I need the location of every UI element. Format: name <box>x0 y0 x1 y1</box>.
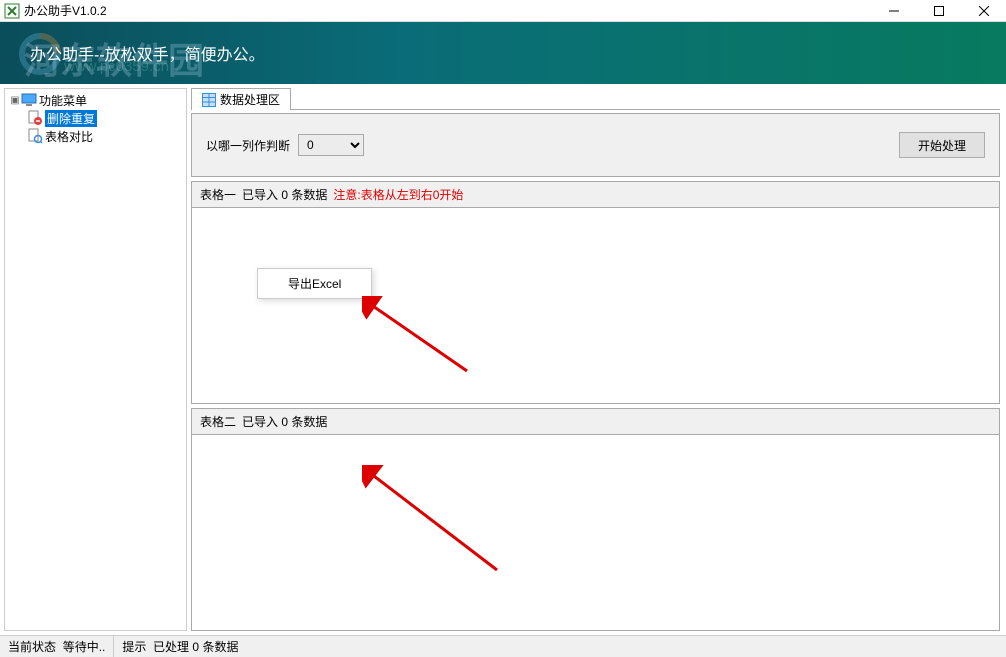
table2-title: 表格二 <box>200 413 236 430</box>
sidebar: ▣ 功能菜单 删除重复 <box>4 88 187 631</box>
status-hint: 提示 已处理 0 条数据 <box>114 636 246 657</box>
tab-bar: 数据处理区 <box>191 88 1000 110</box>
table-icon <box>202 93 216 107</box>
sidebar-item-remove-dup[interactable]: 删除重复 <box>7 109 184 127</box>
window-controls <box>871 0 1006 22</box>
table1-notice: 注意:表格从左到右0开始 <box>333 186 463 203</box>
tab-label: 数据处理区 <box>220 91 280 108</box>
annotation-arrow-icon <box>362 465 502 575</box>
context-menu: 导出Excel <box>257 268 372 299</box>
judge-column-label: 以哪一列作判断 <box>206 137 290 154</box>
main-area: ▣ 功能菜单 删除重复 <box>0 84 1006 635</box>
tree-root-label: 功能菜单 <box>39 92 87 109</box>
sidebar-item-label: 表格对比 <box>45 128 93 145</box>
app-header: 河东软件园 www.pc0359.cn 办公助手--放松双手，简便办公。 <box>0 22 1006 84</box>
table2-imported: 已导入 0 条数据 <box>242 413 327 430</box>
start-button[interactable]: 开始处理 <box>899 132 985 158</box>
table1-imported: 已导入 0 条数据 <box>242 186 327 203</box>
table1-header: 表格一 已导入 0 条数据 注意:表格从左到右0开始 <box>191 181 1000 207</box>
header-slogan: 办公助手--放松双手，简便办公。 <box>30 41 265 65</box>
table1-block: 表格一 已导入 0 条数据 注意:表格从左到右0开始 导出Excel <box>191 181 1000 404</box>
app-icon <box>4 3 20 19</box>
sidebar-item-compare[interactable]: 表格对比 <box>7 127 184 145</box>
minimize-button[interactable] <box>871 0 916 22</box>
column-select[interactable]: 0 <box>298 134 364 156</box>
close-button[interactable] <box>961 0 1006 22</box>
maximize-button[interactable] <box>916 0 961 22</box>
window-title: 办公助手V1.0.2 <box>24 2 107 19</box>
content-area: 数据处理区 以哪一列作判断 0 开始处理 表格一 已导入 0 条数据 注意:表格… <box>191 88 1000 631</box>
table2-header: 表格二 已导入 0 条数据 <box>191 408 1000 434</box>
table2-block: 表格二 已导入 0 条数据 <box>191 408 1000 631</box>
export-excel-menu-item[interactable]: 导出Excel <box>258 269 371 298</box>
tree-root[interactable]: ▣ 功能菜单 <box>7 91 184 109</box>
document-delete-icon <box>27 110 43 126</box>
monitor-icon <box>21 92 37 108</box>
tab-data-processing[interactable]: 数据处理区 <box>191 88 291 110</box>
statusbar: 当前状态 等待中.. 提示 已处理 0 条数据 <box>0 635 1006 657</box>
table1-title: 表格一 <box>200 186 236 203</box>
status-state: 当前状态 等待中.. <box>0 636 113 657</box>
control-panel: 以哪一列作判断 0 开始处理 <box>191 113 1000 177</box>
table2-data-area[interactable] <box>191 434 1000 631</box>
annotation-arrow-icon <box>362 296 472 376</box>
sidebar-item-label: 删除重复 <box>45 110 97 127</box>
tree-collapse-icon[interactable]: ▣ <box>9 95 21 106</box>
document-search-icon <box>27 128 43 144</box>
titlebar: 办公助手V1.0.2 <box>0 0 1006 22</box>
table1-data-area[interactable]: 导出Excel <box>191 207 1000 404</box>
